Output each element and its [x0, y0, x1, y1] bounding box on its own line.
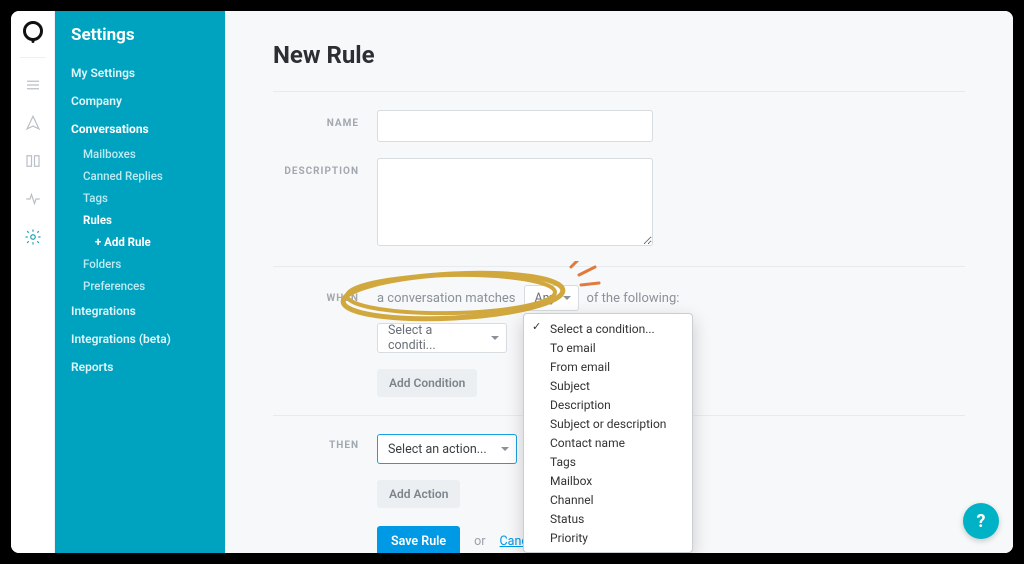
gear-icon[interactable]	[22, 226, 44, 248]
condition-option[interactable]: Tags	[524, 452, 692, 471]
nav-rail	[11, 11, 55, 553]
label-then: THEN	[273, 434, 377, 451]
or-text: or	[474, 534, 485, 549]
chevron-down-icon	[491, 336, 499, 340]
label-when: WHEN	[273, 293, 377, 304]
chevron-down-icon	[501, 447, 509, 451]
sidebar-item-conversations[interactable]: Conversations	[71, 115, 211, 143]
when-line: a conversation matches Any of the follow…	[377, 285, 679, 311]
sidebar-item-company[interactable]: Company	[71, 87, 211, 115]
sidebar-item-add-rule[interactable]: + Add Rule	[71, 231, 211, 253]
condition-select[interactable]: Select a conditi...	[377, 323, 507, 353]
sidebar-item-rules[interactable]: Rules	[71, 209, 211, 231]
sidebar-item-integrations[interactable]: Integrations	[71, 297, 211, 325]
settings-sidebar: Settings My Settings Company Conversatio…	[55, 11, 225, 553]
condition-option[interactable]: Priority	[524, 528, 692, 547]
pulse-icon[interactable]	[22, 188, 44, 210]
sidebar-title: Settings	[71, 25, 211, 45]
sidebar-item-folders[interactable]: Folders	[71, 253, 211, 275]
condition-option[interactable]: Subject or description	[524, 414, 692, 433]
condition-option[interactable]: Channel	[524, 490, 692, 509]
sidebar-item-reports[interactable]: Reports	[71, 353, 211, 381]
condition-option[interactable]: To email	[524, 338, 692, 357]
hamburger-icon[interactable]	[22, 74, 44, 96]
condition-option[interactable]: Contact name	[524, 433, 692, 452]
action-select-value: Select an action...	[388, 442, 487, 457]
app-logo[interactable]	[23, 21, 43, 41]
sidebar-item-tags[interactable]: Tags	[71, 187, 211, 209]
when-match-dropdown[interactable]: Any	[524, 285, 579, 311]
when-posttext: of the following:	[587, 291, 680, 306]
when-match-value: Any	[535, 291, 556, 306]
description-textarea[interactable]	[377, 158, 653, 246]
sidebar-item-mailboxes[interactable]: Mailboxes	[71, 143, 211, 165]
sidebar-item-canned-replies[interactable]: Canned Replies	[71, 165, 211, 187]
sidebar-item-preferences[interactable]: Preferences	[71, 275, 211, 297]
condition-menu: Select a condition... To email From emai…	[523, 313, 693, 553]
label-name: NAME	[273, 110, 377, 129]
app-frame: Settings My Settings Company Conversatio…	[11, 11, 1013, 553]
add-condition-button[interactable]: Add Condition	[377, 369, 477, 397]
columns-icon[interactable]	[22, 150, 44, 172]
divider	[273, 91, 965, 92]
chevron-down-icon	[563, 296, 571, 300]
save-rule-button[interactable]: Save Rule	[377, 526, 460, 553]
condition-option[interactable]: Status	[524, 509, 692, 528]
condition-option[interactable]: Select a condition...	[524, 319, 692, 338]
sidebar-item-my-settings[interactable]: My Settings	[71, 59, 211, 87]
condition-select-value: Select a conditi...	[388, 323, 480, 353]
compass-icon[interactable]	[22, 112, 44, 134]
label-description: DESCRIPTION	[273, 158, 377, 177]
sidebar-item-integrations-beta[interactable]: Integrations (beta)	[71, 325, 211, 353]
condition-option[interactable]: From email	[524, 357, 692, 376]
condition-option[interactable]: Mailbox	[524, 471, 692, 490]
condition-option[interactable]: Description	[524, 395, 692, 414]
add-action-button[interactable]: Add Action	[377, 480, 460, 508]
divider	[273, 266, 965, 267]
action-select[interactable]: Select an action...	[377, 434, 517, 464]
condition-option[interactable]: Subject	[524, 376, 692, 395]
help-button[interactable]: ?	[963, 503, 999, 539]
page-title: New Rule	[273, 41, 965, 69]
when-pretext: a conversation matches	[377, 291, 516, 306]
name-input[interactable]	[377, 110, 653, 142]
